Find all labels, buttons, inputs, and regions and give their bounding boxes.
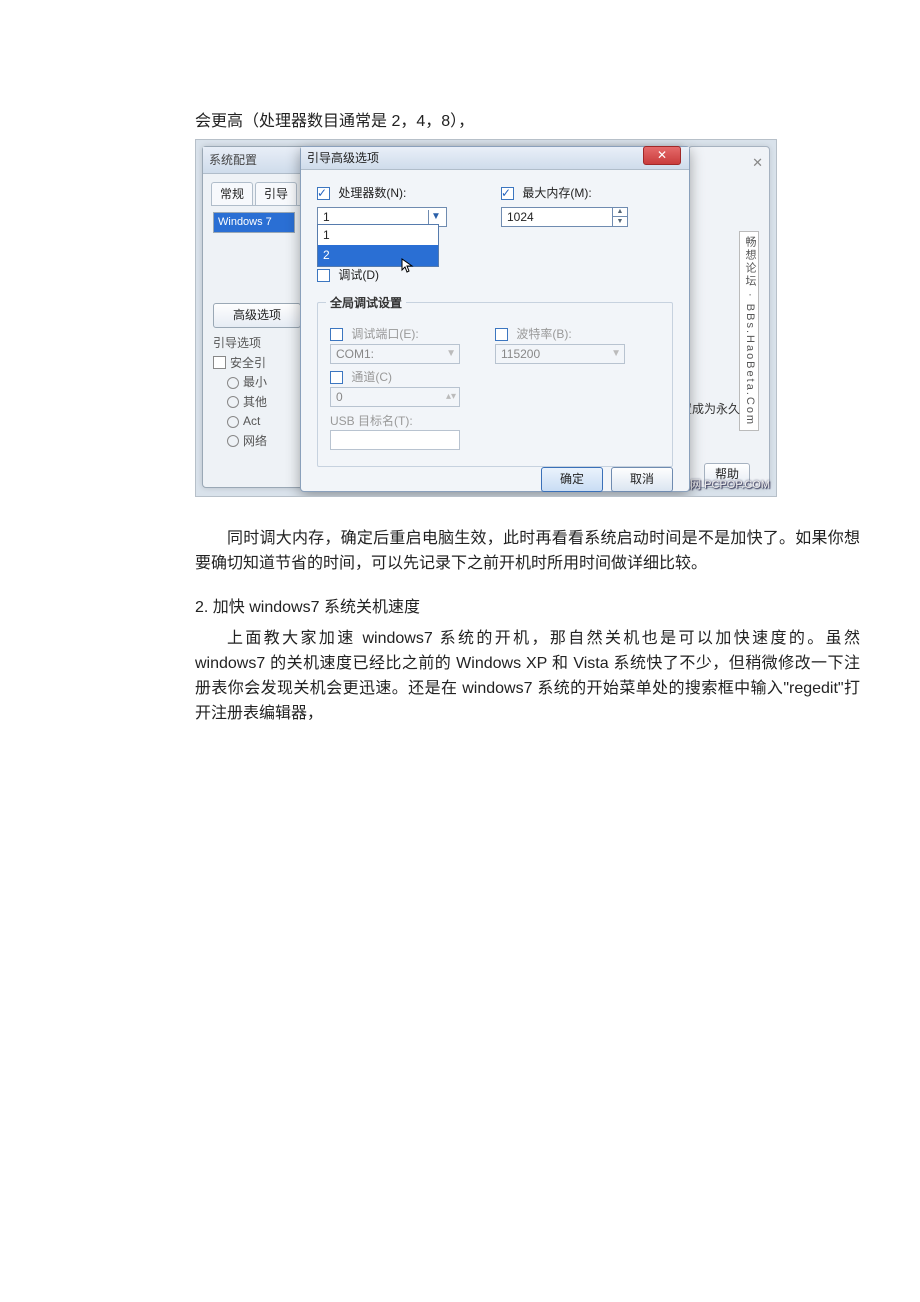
maxmem-column: 最大内存(M): 1024 ▲ ▼	[501, 184, 661, 227]
processor-count-label: 处理器数(N):	[338, 184, 406, 203]
maxmem-value: 1024	[507, 208, 534, 227]
channel-spinner: 0▴▾	[330, 387, 460, 407]
boot-entry-list[interactable]: Windows 7	[213, 212, 295, 233]
processor-dropdown-list[interactable]: 1 2	[317, 224, 439, 267]
channel-checkbox	[330, 371, 343, 384]
dialog-close-button[interactable]: ✕	[643, 146, 681, 165]
baud-checkbox	[495, 328, 508, 341]
safeboot-label: 安全引	[230, 354, 266, 373]
maxmem-spinner[interactable]: 1024 ▲ ▼	[501, 207, 628, 227]
processor-option-2[interactable]: 2	[318, 245, 438, 266]
dialog-titlebar: 引导高级选项	[301, 147, 689, 170]
sysconfig-title: 系统配置	[209, 151, 257, 170]
radio-minimal[interactable]	[227, 377, 239, 389]
global-debug-group: 全局调试设置 调试端口(E): COM1:▼ 波特率(B): 115200▼	[317, 302, 673, 467]
section-2-heading: 2. 加快 windows7 系统关机速度	[195, 596, 860, 621]
watermark-vertical: 畅想论坛 · BBs.HaoBeta.Com	[739, 231, 759, 431]
usb-target-input	[330, 430, 460, 450]
radio-network[interactable]	[227, 435, 239, 447]
advanced-options-button[interactable]: 高级选项	[213, 303, 301, 328]
spinner-down-icon[interactable]: ▼	[613, 217, 627, 226]
close-icon[interactable]: ✕	[752, 153, 763, 173]
channel-label: 通道(C)	[351, 368, 392, 387]
radio-active[interactable]	[227, 416, 239, 428]
maxmem-checkbox[interactable]	[501, 187, 514, 200]
cursor-icon	[401, 258, 417, 280]
debug-port-checkbox	[330, 328, 343, 341]
processor-count-checkbox[interactable]	[317, 187, 330, 200]
intro-line: 会更高（处理器数目通常是 2，4，8），	[195, 110, 860, 135]
ok-button[interactable]: 确定	[541, 467, 603, 492]
chevron-down-icon: ▼	[428, 210, 443, 224]
global-debug-legend: 全局调试设置	[326, 294, 406, 313]
processor-option-1[interactable]: 1	[318, 225, 438, 246]
screenshot-boot-advanced: 系统配置 常规 引导 Windows 7 高级选项 引导选项 安全引 最小 其他…	[195, 139, 777, 497]
cancel-button[interactable]: 取消	[611, 467, 673, 492]
usb-target-label: USB 目标名(T):	[330, 412, 413, 431]
boot-entry-selected[interactable]: Windows 7	[214, 213, 294, 232]
baud-select: 115200▼	[495, 344, 625, 364]
safeboot-checkbox[interactable]	[213, 356, 226, 369]
paragraph-2: 上面教大家加速 windows7 系统的开机，那自然关机也是可以加快速度的。虽然…	[195, 627, 860, 726]
debug-label: 调试(D)	[338, 266, 379, 285]
secondary-window: ✕ 畅想论坛 · BBs.HaoBeta.Com	[688, 146, 770, 488]
dialog-title: 引导高级选项	[307, 149, 379, 168]
debug-port-select: COM1:▼	[330, 344, 460, 364]
radio-other[interactable]	[227, 396, 239, 408]
debug-checkbox[interactable]	[317, 269, 330, 282]
tab-general[interactable]: 常规	[211, 182, 253, 206]
baud-label: 波特率(B):	[516, 325, 571, 344]
tab-boot[interactable]: 引导	[255, 182, 297, 206]
maxmem-label: 最大内存(M):	[522, 184, 591, 203]
processor-column: 处理器数(N): 1 ▼	[317, 184, 477, 227]
debug-port-label: 调试端口(E):	[351, 325, 418, 344]
paragraph-1: 同时调大内存，确定后重启电脑生效，此时再看看系统启动时间是不是加快了。如果你想要…	[195, 527, 860, 577]
boot-advanced-dialog: 引导高级选项 ✕ 处理器数(N): 1 ▼ 1 2	[300, 146, 690, 492]
